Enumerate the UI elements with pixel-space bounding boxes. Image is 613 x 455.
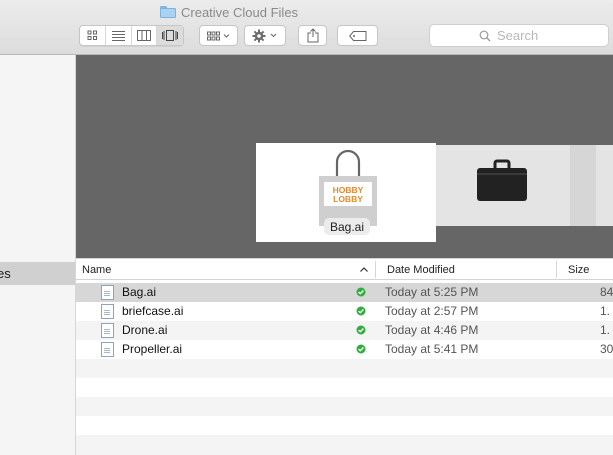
empty-row — [76, 435, 613, 455]
briefcase-icon — [477, 159, 527, 201]
empty-row — [76, 378, 613, 397]
file-icon — [101, 285, 114, 300]
search-field[interactable] — [429, 24, 609, 47]
file-size: 1. — [600, 304, 611, 318]
share-icon — [307, 28, 318, 43]
file-date: Today at 4:46 PM — [385, 323, 479, 337]
icon-view-button[interactable] — [80, 26, 106, 45]
synced-check-icon — [356, 287, 366, 297]
view-mode-segmented-control — [79, 25, 184, 46]
svg-text:LOBBY: LOBBY — [333, 194, 363, 204]
cover-flow-view-button[interactable] — [157, 26, 183, 45]
column-view-icon — [136, 30, 151, 41]
file-name: briefcase.ai — [122, 304, 184, 318]
file-date: Today at 5:25 PM — [385, 285, 479, 299]
list-view-icon — [111, 31, 125, 41]
tag-icon — [348, 30, 366, 41]
file-icon — [101, 304, 114, 319]
icon-view-icon — [87, 30, 97, 40]
shopping-bag-icon: HOBBY LOBBY — [319, 150, 377, 226]
file-date: Today at 5:41 PM — [385, 342, 479, 356]
file-size: 84 — [600, 285, 613, 299]
sidebar-item-label: es — [0, 266, 11, 281]
file-size: 1. — [600, 323, 611, 337]
table-row[interactable]: Propeller.ai Today at 5:41 PM 30 — [76, 340, 613, 359]
file-icon — [101, 323, 114, 338]
sort-ascending-icon — [360, 267, 368, 272]
toolbar: Creative Cloud Files — [0, 0, 613, 55]
cover-flow-icon — [162, 30, 179, 41]
table-row[interactable]: briefcase.ai Today at 2:57 PM 1. — [76, 302, 613, 321]
action-button[interactable] — [244, 25, 286, 46]
window-title: Creative Cloud Files — [160, 3, 298, 21]
synced-check-icon — [356, 325, 366, 335]
selected-item-label: Bag.ai — [324, 218, 370, 235]
file-name: Bag.ai — [122, 285, 157, 299]
window-title-text: Creative Cloud Files — [181, 4, 299, 20]
tags-button[interactable] — [337, 25, 378, 46]
empty-row — [76, 416, 613, 435]
empty-row — [76, 359, 613, 378]
arrange-icon — [206, 31, 229, 40]
synced-check-icon — [356, 344, 366, 354]
search-icon — [479, 30, 491, 41]
share-button[interactable] — [298, 25, 327, 46]
file-size: 30 — [600, 342, 613, 356]
file-date: Today at 2:57 PM — [385, 304, 479, 318]
cover-flow-next-item[interactable] — [436, 145, 613, 226]
column-header-date-modified[interactable]: Date Modified — [387, 259, 455, 280]
cover-flow-selected-item[interactable]: HOBBY LOBBY Bag.ai — [256, 143, 436, 242]
column-header-size[interactable]: Size — [568, 259, 589, 280]
arrange-button[interactable] — [199, 25, 238, 46]
column-header-name[interactable]: Name — [82, 259, 111, 280]
synced-check-icon — [356, 306, 366, 316]
empty-row — [76, 397, 613, 416]
file-icon — [101, 342, 114, 357]
file-name: Drone.ai — [122, 323, 168, 337]
list-view-button[interactable] — [106, 26, 132, 45]
sidebar-item-selected[interactable]: es — [0, 262, 75, 285]
list-header: Name Date Modified Size — [76, 258, 613, 280]
file-list: Name Date Modified Size Bag.ai Today at … — [76, 258, 613, 455]
table-row[interactable]: Bag.ai Today at 5:25 PM 84 — [76, 283, 613, 302]
gear-icon — [252, 29, 277, 42]
sidebar: es — [0, 55, 76, 455]
column-view-button[interactable] — [132, 26, 158, 45]
file-name: Propeller.ai — [122, 342, 183, 356]
folder-icon — [160, 6, 176, 18]
search-input[interactable] — [495, 27, 559, 44]
table-row[interactable]: Drone.ai Today at 4:46 PM 1. — [76, 321, 613, 340]
